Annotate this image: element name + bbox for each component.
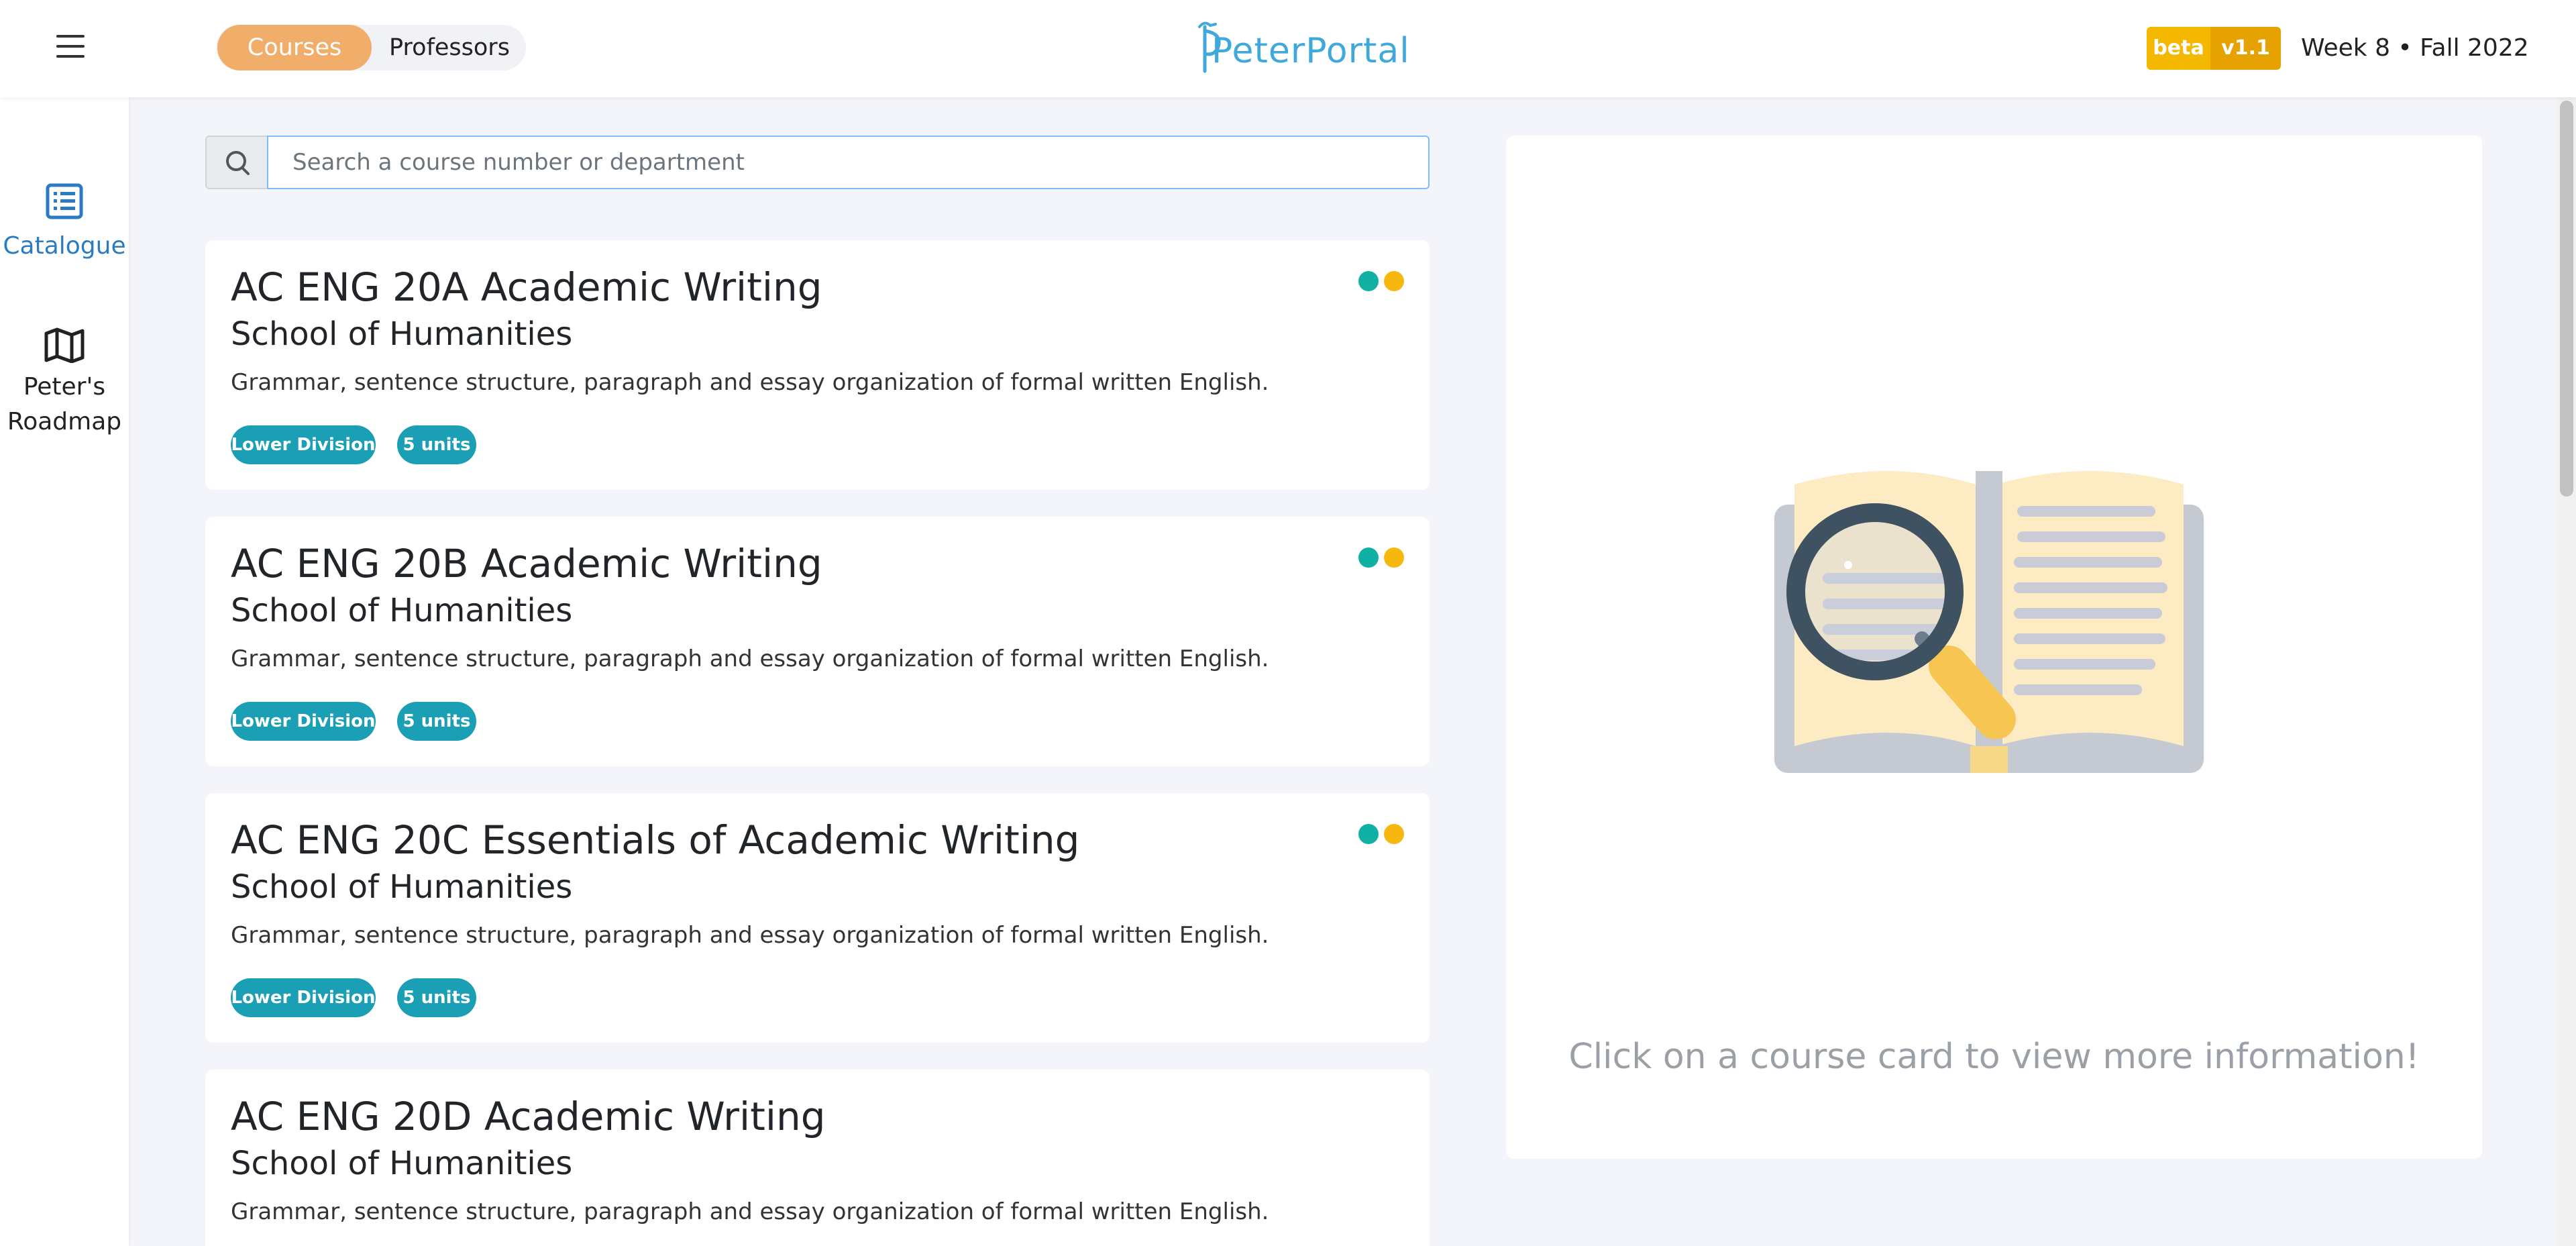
units-tag: 5 units bbox=[397, 978, 476, 1017]
sidebar-item-roadmap[interactable]: Peter's Roadmap bbox=[0, 327, 129, 439]
search-icon bbox=[226, 151, 250, 175]
course-description: Grammar, sentence structure, paragraph a… bbox=[231, 922, 1269, 949]
page-scrollbar-thumb[interactable] bbox=[2560, 101, 2573, 497]
yellow-dot-icon bbox=[1384, 548, 1404, 568]
course-title: AC ENG 20A Academic Writing bbox=[231, 264, 822, 310]
sidebar-item-label: Peter's Roadmap bbox=[0, 370, 129, 439]
professors-toggle-button[interactable]: Professors bbox=[374, 25, 525, 70]
logo-text: PeterPortal bbox=[1212, 31, 1410, 71]
units-tag: 5 units bbox=[397, 702, 476, 741]
availability-dots bbox=[1358, 271, 1405, 293]
course-school: School of Humanities bbox=[231, 592, 573, 629]
left-sidebar: Catalogue Peter's Roadmap bbox=[0, 97, 129, 1246]
sidebar-item-label: Catalogue bbox=[3, 232, 126, 260]
version-label: v1.1 bbox=[2210, 27, 2281, 70]
map-icon bbox=[44, 327, 85, 364]
book-magnifier-illustration-icon bbox=[1774, 471, 2204, 773]
course-card[interactable]: AC ENG 20D Academic Writing School of Hu… bbox=[205, 1070, 1430, 1246]
course-description: Grammar, sentence structure, paragraph a… bbox=[231, 1198, 1269, 1225]
availability-dots bbox=[1358, 548, 1405, 569]
division-tag: Lower Division bbox=[231, 425, 376, 464]
course-card[interactable]: AC ENG 20A Academic Writing School of Hu… bbox=[205, 240, 1430, 490]
hamburger-menu-icon[interactable] bbox=[56, 35, 85, 58]
course-description: Grammar, sentence structure, paragraph a… bbox=[231, 645, 1269, 672]
course-description: Grammar, sentence structure, paragraph a… bbox=[231, 369, 1269, 396]
roadmap-label: Peter's Roadmap bbox=[7, 373, 122, 435]
version-badge: beta v1.1 bbox=[2147, 27, 2281, 70]
course-school: School of Humanities bbox=[231, 1145, 573, 1182]
top-header: Courses Professors PeterPortal beta v1.1… bbox=[0, 0, 2576, 97]
course-title: AC ENG 20B Academic Writing bbox=[231, 541, 822, 586]
search-input[interactable] bbox=[267, 136, 1430, 189]
course-title: AC ENG 20D Academic Writing bbox=[231, 1094, 826, 1139]
course-card[interactable]: AC ENG 20C Essentials of Academic Writin… bbox=[205, 793, 1430, 1043]
course-detail-panel: Click on a course card to view more info… bbox=[1506, 136, 2482, 1159]
division-tag: Lower Division bbox=[231, 702, 376, 741]
teal-dot-icon bbox=[1358, 271, 1379, 291]
course-school: School of Humanities bbox=[231, 315, 573, 353]
yellow-dot-icon bbox=[1384, 271, 1404, 291]
beta-badge: beta bbox=[2147, 27, 2210, 70]
sidebar-item-catalogue[interactable]: Catalogue bbox=[0, 183, 129, 264]
courses-toggle-button[interactable]: Courses bbox=[217, 25, 372, 70]
teal-dot-icon bbox=[1358, 548, 1379, 568]
course-card[interactable]: AC ENG 20B Academic Writing School of Hu… bbox=[205, 517, 1430, 766]
units-tag: 5 units bbox=[397, 425, 476, 464]
peterportal-logo[interactable]: PeterPortal bbox=[1195, 17, 1409, 78]
search-button[interactable] bbox=[205, 136, 267, 189]
course-school: School of Humanities bbox=[231, 868, 573, 906]
teal-dot-icon bbox=[1358, 824, 1379, 844]
availability-dots bbox=[1358, 824, 1405, 845]
term-indicator: Week 8 • Fall 2022 bbox=[2301, 34, 2529, 62]
courses-professors-toggle: Courses Professors bbox=[216, 25, 526, 70]
yellow-dot-icon bbox=[1384, 824, 1404, 844]
list-icon bbox=[46, 183, 83, 219]
course-title: AC ENG 20C Essentials of Academic Writin… bbox=[231, 817, 1080, 863]
division-tag: Lower Division bbox=[231, 978, 376, 1017]
panel-empty-message: Click on a course card to view more info… bbox=[1568, 1037, 2420, 1077]
